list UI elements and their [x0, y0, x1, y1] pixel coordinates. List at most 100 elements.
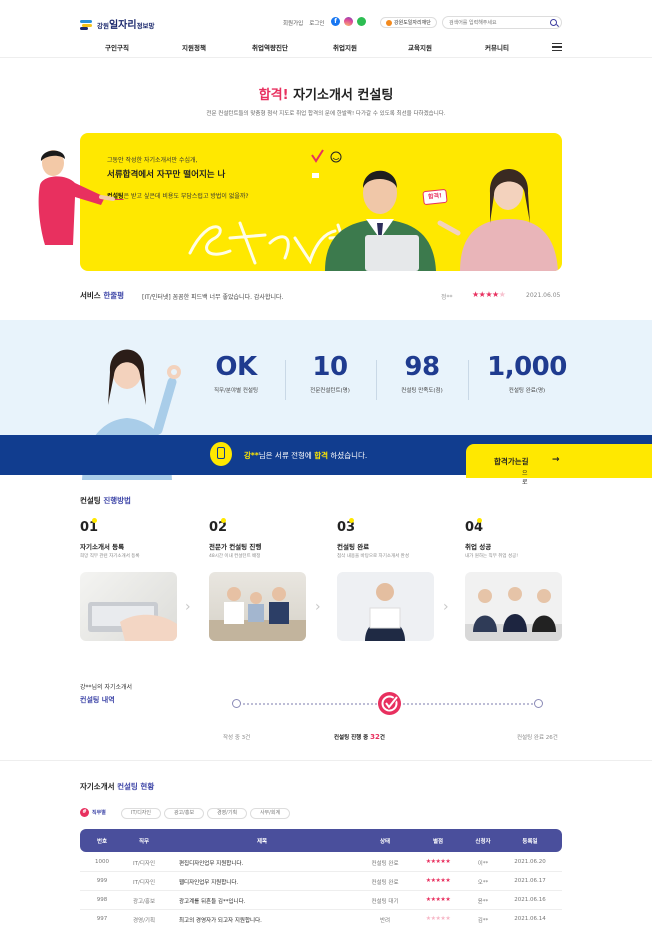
- cell-title[interactable]: 최고의 경영자가 되고자 지원합니다.: [179, 916, 262, 924]
- column-header: 직무: [138, 839, 150, 845]
- table-row[interactable]: 999 IT/디자인 웹디자인업무 지원합니다. 컨설팅 완료 ★★★★★ 오*…: [80, 872, 562, 891]
- nav-item-policy[interactable]: 지원정책: [182, 42, 206, 52]
- review-author: 정**: [441, 294, 453, 301]
- foundation-link[interactable]: 강원도일자리재단: [380, 17, 437, 28]
- step-title: 취업 성공: [465, 543, 492, 551]
- sns-links: f: [331, 17, 366, 26]
- cell-user: 이**: [477, 861, 489, 867]
- step-1-photo: [80, 572, 177, 641]
- timeline-title: 강**님의 자기소개서: [80, 684, 133, 691]
- banner-headline: 서류합격에서 자꾸만 떨어지는 나: [107, 170, 226, 180]
- filter-office[interactable]: 사무/회계: [250, 808, 290, 819]
- cell-title[interactable]: 광고계를 뒤흔들 김**입니다.: [179, 897, 245, 905]
- table-row[interactable]: 997 경영/기획 최고의 경영자가 되고자 지원합니다. 반려 ★★★★★ 김…: [80, 910, 562, 925]
- process-step-3: 03 컨설팅 완료 첨삭 내용을 바탕으로 자기소개서 완성: [337, 518, 437, 559]
- cell-title[interactable]: 웹디자인업무 지원합니다.: [179, 878, 238, 886]
- main-nav: 구인구직 지원정책 취업역량진단 취업지원 교육지원 커뮤니티: [0, 40, 652, 58]
- banner-line-3: 컨설팅은 받고 싶은데 비용도 부담스럽고 방법이 없을까?: [107, 193, 249, 200]
- blog-icon[interactable]: [357, 17, 366, 26]
- pass-tag: 합격!: [422, 188, 448, 206]
- stat-label: 컨설팅 만족도(점): [401, 388, 443, 394]
- nav-item-diagnosis[interactable]: 취업역량진단: [252, 42, 288, 52]
- stat-completed: 1,000 컨설팅 완료(명): [483, 352, 571, 394]
- review-strip: 서비스 한줄평 [IT/인터넷] 꼼꼼한 피드백 너무 좋았습니다. 감사합니다…: [80, 290, 562, 302]
- search-icon[interactable]: [550, 19, 557, 26]
- column-header: 제목: [256, 839, 268, 845]
- page-subtitle: 전문 컨설턴트들의 맞춤형 첨삭 지도로 취업 합격의 문에 한발짝! 다가갈 …: [206, 111, 446, 117]
- nav-item-jobs[interactable]: 구인구직: [105, 42, 129, 52]
- stat-label: 직무/분야별 컨설팅: [213, 388, 259, 394]
- review-rating: ★★★★★: [472, 290, 506, 299]
- cell-no: 998: [96, 897, 108, 903]
- timeline-done-label: 컨설팅 완료 26건: [517, 735, 558, 741]
- cell-title[interactable]: 편집디자인업무 지원합니다.: [179, 859, 243, 867]
- table-row[interactable]: 998 광고/홍보 광고계를 뒤흔들 김**입니다. 컨설팅 대기 ★★★★★ …: [80, 891, 562, 910]
- column-header: 등록일: [522, 839, 538, 845]
- site-logo[interactable]: 강원일자리정보망: [80, 16, 155, 31]
- nav-item-community[interactable]: 커뮤니티: [485, 42, 509, 52]
- stat-divider: [468, 360, 469, 400]
- step-desc: 내가 원하는 직무 취업 성공!: [465, 554, 519, 559]
- pointing-person-illustration: [38, 150, 115, 245]
- pass-notice-text: 강**님은 서류 전형에 합격 하셨습니다.: [244, 451, 368, 460]
- status-section-title: 자기소개서 컨설팅 현황: [80, 782, 155, 791]
- stat-value: 1,000: [487, 352, 567, 382]
- review-date: 2021.06.05: [526, 292, 561, 299]
- search-input[interactable]: [443, 17, 543, 28]
- cell-job: 경영/기획: [132, 918, 156, 924]
- table-row[interactable]: 1000 IT/디자인 편집디자인업무 지원합니다. 컨설팅 완료 ★★★★★ …: [80, 853, 562, 872]
- banner-line-1: 그동안 작성한 자기소개서만 수십개,: [107, 157, 198, 164]
- pass-path-button[interactable]: 합격 으로 가는길 →: [466, 444, 652, 486]
- cell-status: 반려: [379, 918, 391, 924]
- timeline-start-dot: [232, 699, 241, 708]
- cell-date: 2021.06.16: [514, 897, 546, 903]
- step-desc: 48시간 이내 컨설턴트 배정: [209, 554, 261, 559]
- menu-icon[interactable]: [552, 43, 562, 51]
- stat-divider: [376, 360, 377, 400]
- hero-banner: 그동안 작성한 자기소개서만 수십개, 서류합격에서 자꾸만 떨어지는 나 컨설…: [80, 133, 562, 271]
- step-desc: 첨삭 내용을 바탕으로 자기소개서 완성: [337, 554, 409, 559]
- pass-path-button-label: 합격 으로 가는길: [494, 457, 529, 486]
- timeline-end-dot: [534, 699, 543, 708]
- signup-link[interactable]: 회원가입: [283, 19, 303, 27]
- step-3-photo: [337, 572, 434, 641]
- cell-stars: ★★★★★: [425, 877, 451, 884]
- step-number: 02: [209, 518, 228, 535]
- member-links: 회원가입 로그인: [283, 19, 324, 27]
- cell-user: 오**: [477, 880, 489, 886]
- cell-user: 윤**: [477, 899, 489, 905]
- cell-job: IT/디자인: [132, 880, 156, 886]
- stat-value: OK: [215, 352, 257, 382]
- stat-consultants: 10 전문컨설턴트(명): [286, 352, 374, 394]
- filter-by-job[interactable]: # 직무별: [80, 808, 120, 819]
- stat-value: 98: [404, 352, 440, 382]
- filter-icon: #: [80, 808, 89, 817]
- top-bar: 강원일자리정보망 회원가입 로그인 f 강원도일자리재단: [0, 0, 652, 40]
- cell-date: 2021.06.14: [514, 916, 546, 922]
- filter-it-design[interactable]: IT/디자인: [121, 808, 161, 819]
- review-label: 서비스 한줄평: [80, 291, 125, 300]
- step-2-photo: [209, 572, 306, 641]
- process-step-4: 04 취업 성공 내가 원하는 직무 취업 성공!: [465, 518, 565, 559]
- review-text[interactable]: [IT/인터넷] 꼼꼼한 피드백 너무 좋았습니다. 감사합니다.: [142, 292, 283, 301]
- nav-item-support[interactable]: 취업지원: [333, 42, 357, 52]
- nav-item-education[interactable]: 교육지원: [408, 42, 432, 52]
- cell-date: 2021.06.20: [514, 859, 546, 865]
- cell-user: 김**: [477, 918, 489, 924]
- stat-label: 전문컨설턴트(명): [310, 388, 350, 394]
- table-header: 번호 직무 제목 상태 별점 신청자 등록일: [80, 829, 562, 852]
- timeline-progress-label: 컨설팅 진행 중 32건: [334, 733, 385, 741]
- step-number: 03: [337, 518, 356, 535]
- login-link[interactable]: 로그인: [309, 19, 324, 27]
- step-number: 01: [80, 518, 99, 535]
- filter-ad-pr[interactable]: 광고/홍보: [164, 808, 204, 819]
- facebook-icon[interactable]: f: [331, 17, 340, 26]
- cell-stars: ★★★★★: [425, 915, 451, 922]
- cell-status: 컨설팅 대기: [371, 899, 399, 905]
- filter-management[interactable]: 경영/기획: [207, 808, 247, 819]
- process-step-1: 01 자기소개서 등록 희망 직무 관련 자기소개서 등록: [80, 518, 180, 559]
- section-divider: [0, 760, 652, 761]
- stat-satisfaction: 98 컨설팅 만족도(점): [378, 352, 466, 394]
- instagram-icon[interactable]: [344, 17, 353, 26]
- chevron-right-icon: ›: [315, 599, 321, 615]
